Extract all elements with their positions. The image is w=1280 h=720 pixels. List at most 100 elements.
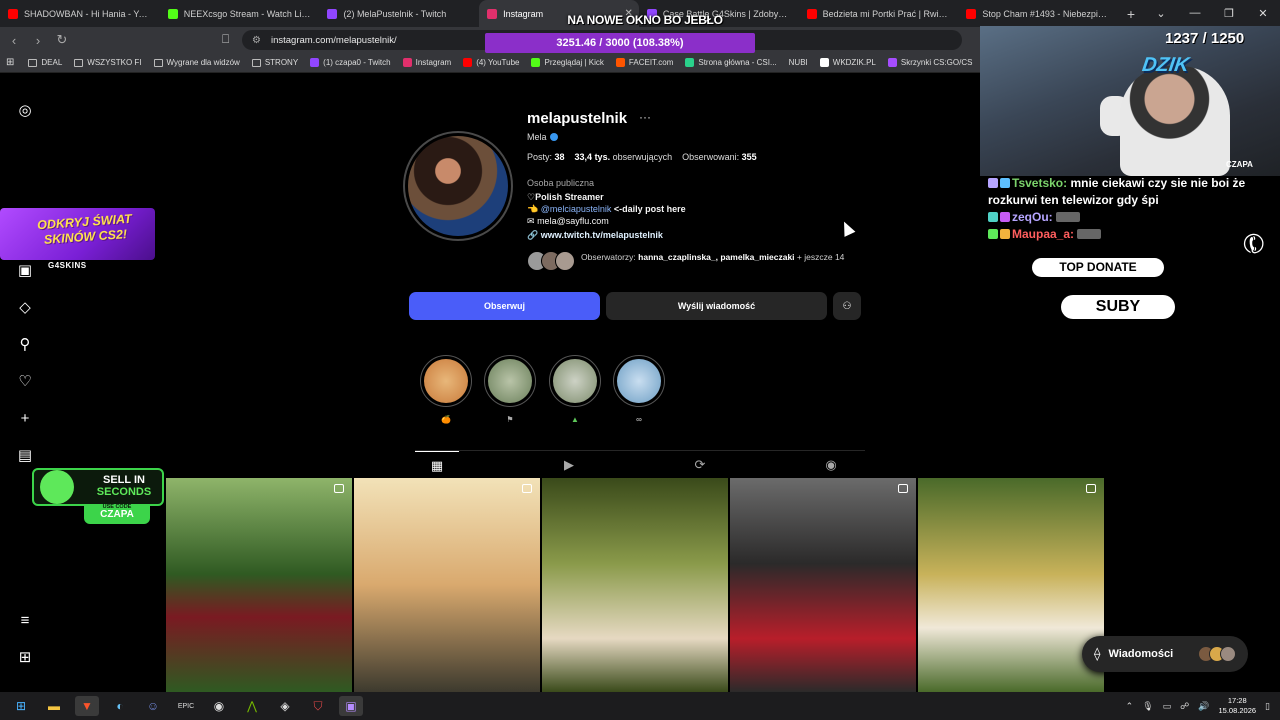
restore-button[interactable]: ❐ bbox=[1212, 7, 1246, 20]
youtube-icon bbox=[8, 8, 18, 19]
tab-youtube-shadowban[interactable]: SHADOWBAN - Hi Hania - YouTube bbox=[0, 0, 160, 27]
bookmark-folder[interactable]: Wygrane dla widzów bbox=[153, 58, 240, 67]
kick-icon bbox=[531, 58, 541, 67]
network-icon[interactable]: ☍ bbox=[1180, 701, 1189, 712]
tab-twitch-melapustelnik[interactable]: (2) MelaPustelnik - Twitch bbox=[319, 0, 479, 27]
bookmark-link[interactable]: Przeglądaj | Kick bbox=[531, 58, 604, 67]
bookmark-folder[interactable]: WSZYSTKO FI bbox=[74, 58, 142, 67]
bookmark-folder[interactable]: DEAL bbox=[28, 58, 62, 67]
discord-icon[interactable]: ☺ bbox=[141, 696, 165, 716]
sell-in-seconds-ad: SELL IN SECONDS USE CODE CZAPA bbox=[32, 468, 164, 524]
instagram-logo-icon[interactable]: ◎ bbox=[16, 102, 34, 120]
folder-icon bbox=[74, 58, 84, 67]
chat-message: Tsvetsko: mnie ciekawi czy sie nie boi ż… bbox=[988, 176, 1246, 207]
cases-icon bbox=[887, 58, 897, 67]
app-icon[interactable]: ◈ bbox=[273, 696, 297, 716]
mail-icon: ✉ bbox=[527, 216, 535, 226]
tab-search-icon[interactable]: ⌄ bbox=[1144, 7, 1178, 20]
create-plus-icon[interactable]: + bbox=[16, 410, 34, 428]
followed-by-text: Obserwatorzy: hanna_czaplinska_, pamelka… bbox=[581, 252, 845, 262]
story-highlight[interactable] bbox=[549, 355, 601, 407]
dashboard-icon[interactable]: ▤ bbox=[16, 447, 34, 465]
microphone-icon[interactable]: 🎙 bbox=[1142, 701, 1153, 712]
bookmark-link[interactable]: Strona główna - CSI... bbox=[685, 58, 777, 67]
minimize-button[interactable]: — bbox=[1178, 7, 1212, 20]
bookmark-folder[interactable]: STRONY bbox=[251, 58, 298, 67]
tray-chevron-icon[interactable]: ⌃ bbox=[1126, 701, 1134, 712]
crown-badge-icon bbox=[1000, 229, 1010, 239]
new-tab-button[interactable]: + bbox=[1118, 6, 1144, 22]
tab-tagged-icon[interactable]: ◉ bbox=[809, 451, 853, 479]
brave-browser-icon[interactable]: ▼ bbox=[75, 696, 99, 716]
bookmark-link[interactable]: Instagram bbox=[402, 58, 451, 67]
profile-avatar[interactable] bbox=[403, 131, 513, 241]
post-thumbnail[interactable] bbox=[918, 478, 1104, 692]
highlight-thumbnail bbox=[488, 359, 532, 403]
story-highlight[interactable] bbox=[420, 355, 472, 407]
send-message-button[interactable]: Wyślij wiadomość bbox=[606, 292, 827, 320]
followed-by-row[interactable]: Obserwatorzy: hanna_czaplinska_, pamelka… bbox=[527, 251, 911, 271]
steam-icon[interactable]: ◐ bbox=[108, 696, 132, 716]
sub-badge-icon bbox=[988, 178, 998, 188]
tab-youtube-portki[interactable]: Bedzieta mi Portki Prać | Rwiemy W bbox=[799, 0, 959, 27]
dzik-logo: DZIK bbox=[1140, 54, 1191, 76]
search-icon[interactable]: ⚲ bbox=[16, 336, 34, 354]
folder-icon bbox=[153, 58, 163, 67]
menu-icon[interactable]: ≡ bbox=[16, 612, 34, 630]
tab-reposts-icon[interactable]: ⟳ bbox=[678, 451, 722, 479]
post-thumbnail[interactable] bbox=[166, 478, 352, 692]
highlight-thumbnail bbox=[617, 359, 661, 403]
reload-button[interactable]: ↻ bbox=[52, 32, 72, 48]
suggested-accounts-button[interactable]: ⚇ bbox=[833, 292, 861, 320]
obs-icon[interactable]: ◉ bbox=[207, 696, 231, 716]
instagram-icon bbox=[487, 8, 498, 19]
clock[interactable]: 17:28 15.08.2026 bbox=[1219, 696, 1257, 716]
more-apps-icon[interactable]: ⊞ bbox=[16, 649, 34, 667]
volume-icon[interactable]: 🔊 bbox=[1198, 701, 1209, 712]
explore-icon[interactable]: ◇ bbox=[16, 299, 34, 317]
post-thumbnail[interactable] bbox=[730, 478, 916, 692]
bookmark-link[interactable]: FACEIT.com bbox=[615, 58, 673, 67]
battery-icon[interactable]: ▭ bbox=[1163, 701, 1172, 712]
bookmark-icon[interactable]: ⎕ bbox=[222, 32, 229, 47]
bio-mention-link[interactable]: @melciapustelnik bbox=[541, 204, 612, 214]
post-thumbnail[interactable] bbox=[542, 478, 728, 692]
bookmark-link[interactable]: NUBI bbox=[789, 58, 808, 67]
bookmark-link[interactable]: (4) YouTube bbox=[463, 58, 519, 67]
followers-count[interactable]: 33,4 tys. obserwujących bbox=[575, 152, 673, 162]
bio-line: 👈 @melciapustelnik <-daily post here bbox=[527, 204, 686, 214]
post-thumbnail[interactable] bbox=[354, 478, 540, 692]
tab-posts-grid-icon[interactable]: ▦ bbox=[415, 451, 459, 479]
epic-games-icon[interactable]: EPIC bbox=[174, 696, 198, 716]
follow-button[interactable]: Obserwuj bbox=[409, 292, 600, 320]
sub-badge-icon bbox=[988, 212, 998, 222]
notifications-heart-icon[interactable]: ♡ bbox=[16, 373, 34, 391]
messages-button[interactable]: ⟠ Wiadomości bbox=[1082, 636, 1248, 672]
file-explorer-icon[interactable]: ▬ bbox=[42, 696, 66, 716]
following-count[interactable]: Obserwowani: 355 bbox=[682, 152, 757, 162]
bio-external-link[interactable]: 🔗 www.twitch.tv/melapustelnik bbox=[527, 230, 663, 241]
bookmark-link[interactable]: (1) czapa0 - Twitch bbox=[310, 58, 391, 67]
nvidia-icon[interactable]: ⋀ bbox=[240, 696, 264, 716]
story-highlight[interactable] bbox=[484, 355, 536, 407]
tab-youtube-stopcham[interactable]: Stop Cham #1493 - Niebezpieczne bbox=[958, 0, 1118, 27]
forward-button[interactable]: › bbox=[28, 33, 48, 48]
highlight-thumbnail bbox=[553, 359, 597, 403]
more-options-icon[interactable]: ··· bbox=[639, 110, 651, 124]
profile-tabs: ▦ ▶ ⟳ ◉ bbox=[415, 450, 865, 478]
start-button[interactable]: ⊞ bbox=[9, 696, 33, 716]
close-window-button[interactable]: ✕ bbox=[1246, 7, 1280, 20]
tab-reels-icon[interactable]: ▶ bbox=[547, 451, 591, 479]
story-highlight[interactable] bbox=[613, 355, 665, 407]
gift-badge-icon bbox=[1000, 212, 1010, 222]
twitch-app-icon[interactable]: ▣ bbox=[339, 696, 363, 716]
youtube-icon bbox=[463, 58, 473, 67]
back-button[interactable]: ‹ bbox=[4, 33, 24, 48]
shield-app-icon[interactable]: ⛉ bbox=[306, 696, 330, 716]
site-info-icon[interactable]: ⚙ bbox=[252, 35, 261, 46]
notifications-icon[interactable]: ▯ bbox=[1265, 701, 1270, 712]
tab-kick-neex[interactable]: NEEXcsgo Stream - Watch Live on K bbox=[160, 0, 320, 27]
bookmark-link[interactable]: Skrzynki CS:GO/CS bbox=[887, 58, 972, 67]
bookmark-link[interactable]: WKDZIK.PL bbox=[819, 58, 876, 67]
apps-icon[interactable]: ⊞ bbox=[6, 57, 14, 68]
